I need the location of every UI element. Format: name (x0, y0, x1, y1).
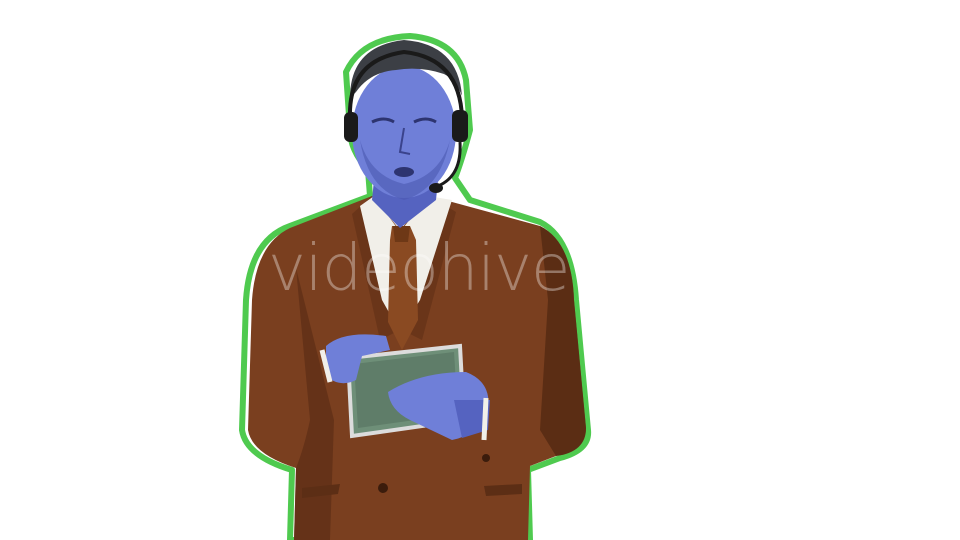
watermark: videohive (268, 232, 570, 306)
head (350, 40, 462, 200)
